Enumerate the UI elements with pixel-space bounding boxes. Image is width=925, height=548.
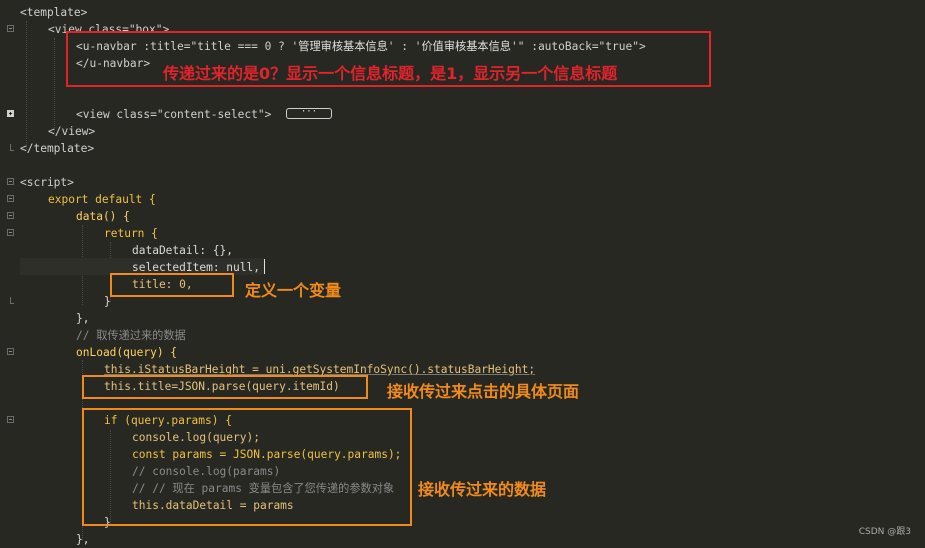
code-line[interactable]: data() {	[76, 208, 130, 225]
annotation-box-if-block	[82, 408, 412, 526]
code-line[interactable]: <script>	[20, 174, 74, 191]
annotation-title-explain: 传递过来的是0？显示一个信息标题，是1，显示另一个信息标题	[163, 64, 618, 83]
code-line[interactable]: </view>	[48, 123, 95, 140]
code-line[interactable]: dataDetail: {},	[132, 242, 233, 259]
annotation-receive-page: 接收传过来点击的具体页面	[387, 382, 580, 401]
text-cursor	[264, 259, 265, 274]
editor-gutter	[0, 0, 18, 547]
annotation-define-var: 定义一个变量	[245, 281, 342, 300]
code-line[interactable]: <template>	[20, 4, 87, 21]
code-line[interactable]: onLoad(query) {	[76, 344, 177, 361]
annotation-receive-data: 接收传过来的数据	[418, 480, 547, 499]
annotation-box-this-title	[82, 375, 368, 399]
fold-end-marker	[10, 297, 14, 304]
code-line[interactable]: },	[76, 531, 89, 548]
fold-toggle-icon[interactable]	[7, 416, 14, 423]
code-line[interactable]: return {	[104, 225, 158, 242]
code-line[interactable]: export default {	[48, 191, 156, 208]
indent-guide	[26, 21, 27, 149]
code-comment[interactable]: // 取传递过来的数据	[76, 327, 186, 344]
collapsed-code-marker[interactable]: ···	[286, 108, 332, 119]
fold-toggle-icon[interactable]	[7, 25, 14, 32]
annotation-box-title	[110, 273, 234, 297]
indent-guide	[54, 38, 55, 132]
fold-toggle-icon[interactable]	[7, 212, 14, 219]
fold-toggle-icon[interactable]	[7, 229, 14, 236]
code-line[interactable]: </template>	[20, 140, 94, 157]
fold-end-marker	[10, 144, 14, 151]
code-line[interactable]: },	[76, 310, 89, 327]
fold-expand-icon[interactable]	[7, 110, 14, 117]
fold-toggle-icon[interactable]	[7, 178, 14, 185]
fold-toggle-icon[interactable]	[7, 348, 14, 355]
code-line[interactable]: <view class="content-select">	[76, 106, 271, 123]
fold-toggle-icon[interactable]	[7, 195, 14, 202]
watermark: CSDN @跟3	[858, 527, 911, 537]
